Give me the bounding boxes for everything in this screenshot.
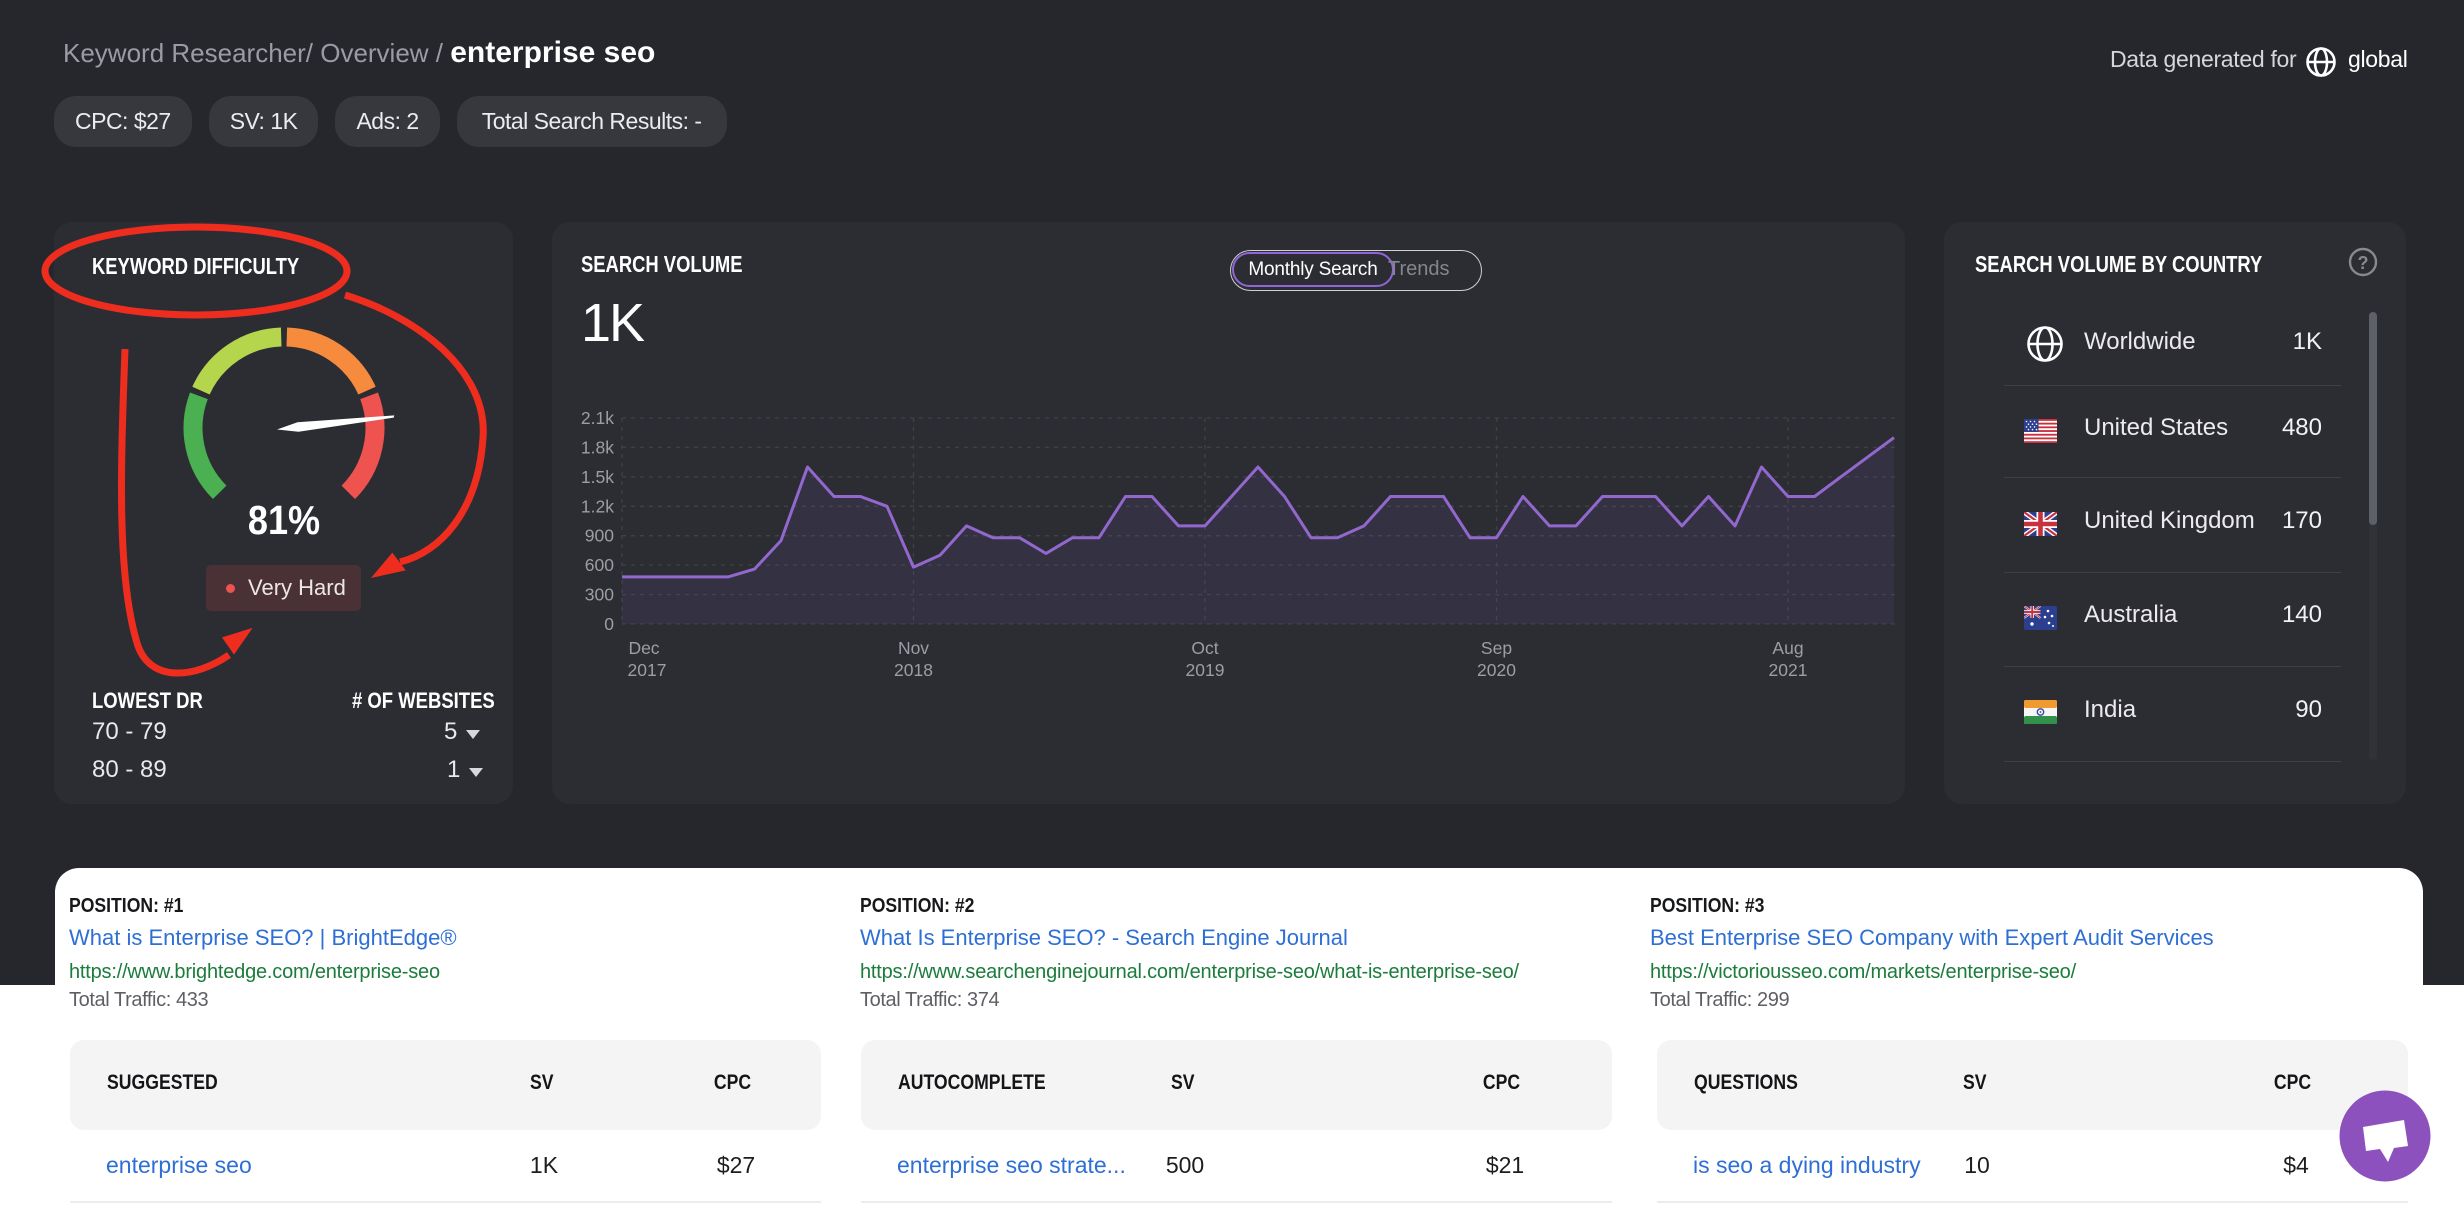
svg-text:2017: 2017: [628, 660, 667, 680]
svg-text:Oct: Oct: [1191, 638, 1218, 658]
svg-text:900: 900: [585, 526, 614, 546]
svg-text:1.2k: 1.2k: [581, 496, 614, 516]
svg-text:Sep: Sep: [1481, 638, 1512, 658]
svg-text:Aug: Aug: [1772, 638, 1803, 658]
svg-text:?: ?: [2358, 253, 2369, 273]
svg-text:600: 600: [585, 555, 614, 575]
svg-text:1.5k: 1.5k: [581, 467, 614, 487]
svg-text:0: 0: [604, 614, 614, 634]
svg-text:2019: 2019: [1186, 660, 1225, 680]
svg-text:2.1k: 2.1k: [581, 408, 614, 428]
svg-text:1.8k: 1.8k: [581, 437, 614, 457]
svg-text:300: 300: [585, 585, 614, 605]
svg-text:Dec: Dec: [628, 638, 659, 658]
svg-text:2020: 2020: [1477, 660, 1516, 680]
svg-text:2018: 2018: [894, 660, 933, 680]
svg-text:Nov: Nov: [898, 638, 929, 658]
svg-text:2021: 2021: [1769, 660, 1808, 680]
